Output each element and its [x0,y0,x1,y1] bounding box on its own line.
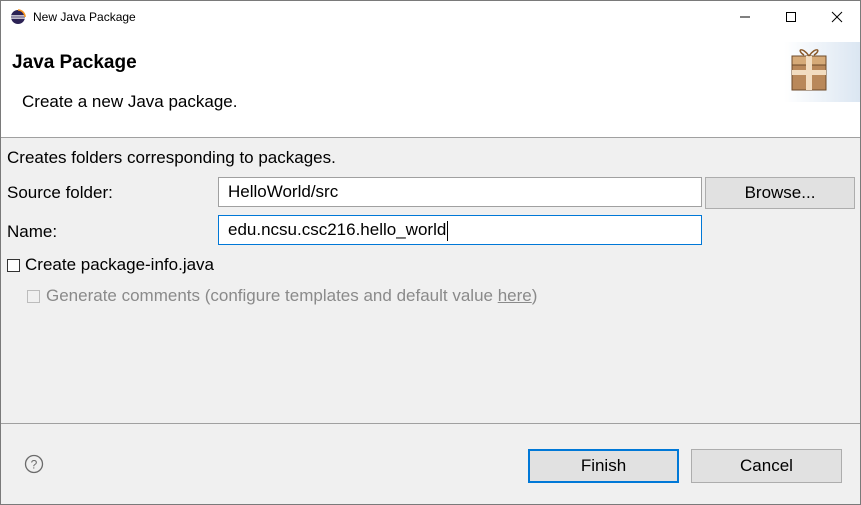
button-bar: ? Finish Cancel [1,423,860,504]
package-icon [784,42,860,102]
create-package-info-checkbox[interactable] [7,258,20,272]
source-folder-field[interactable]: HelloWorld/src [218,177,702,207]
name-value: edu.ncsu.csc216.hello_world [228,220,447,239]
source-folder-label: Source folder: [7,183,113,202]
create-package-info-option[interactable]: Create package-info.java [7,255,214,275]
window-title: New Java Package [33,10,136,24]
new-java-package-dialog: New Java Package Java Package Create a n… [0,0,861,505]
help-icon[interactable]: ? [24,454,44,474]
maximize-button[interactable] [768,1,814,32]
text-caret [447,220,449,241]
maximize-icon [786,11,796,22]
eclipse-icon [11,9,26,24]
generate-comments-suffix: ) [531,286,538,305]
cancel-button[interactable]: Cancel [691,449,842,483]
create-package-info-label: Create package-info.java [25,255,215,274]
header-banner: Java Package Create a new Java package. [1,32,860,138]
title-bar[interactable]: New Java Package [1,1,860,32]
form-area: Creates folders corresponding to package… [1,138,860,423]
generate-comments-checkbox [27,289,40,303]
page-title: Java Package [12,52,137,73]
configure-templates-link[interactable]: here [498,286,532,306]
generate-comments-option: Generate comments (configure templates a… [27,286,537,306]
name-label: Name: [7,222,58,241]
browse-button[interactable]: Browse... [705,177,855,209]
minimize-button[interactable] [722,1,768,32]
svg-text:?: ? [31,458,38,472]
generate-comments-label: Generate comments (configure templates a… [46,286,498,305]
close-button[interactable] [814,1,860,32]
page-description: Create a new Java package. [22,92,238,111]
finish-button[interactable]: Finish [528,449,679,483]
name-field[interactable]: edu.ncsu.csc216.hello_world [218,215,702,245]
source-folder-value: HelloWorld/src [228,182,339,201]
info-text: Creates folders corresponding to package… [7,148,336,167]
close-icon [831,11,843,22]
minimize-icon [740,16,750,17]
